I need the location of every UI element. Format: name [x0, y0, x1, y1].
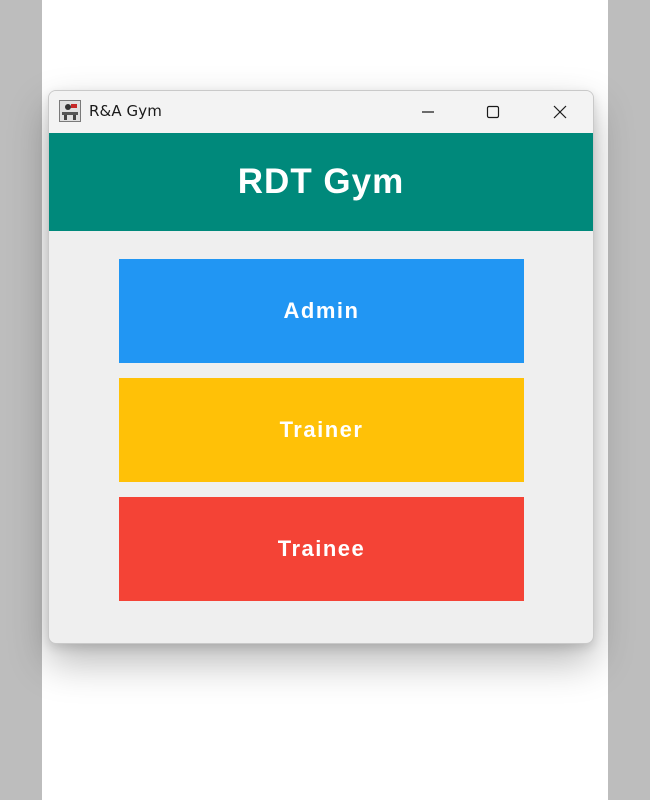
maximize-icon [486, 105, 500, 119]
gym-app-icon [59, 100, 81, 122]
admin-button-label: Admin [283, 298, 360, 323]
app-header: RDT Gym [49, 133, 593, 231]
minimize-button[interactable] [405, 91, 451, 133]
close-icon [553, 105, 567, 119]
title-bar[interactable]: R&A Gym [49, 91, 593, 133]
trainee-button[interactable]: Trainee [119, 497, 524, 601]
trainer-button[interactable]: Trainer [119, 378, 524, 482]
header-title: RDT Gym [237, 162, 405, 201]
minimize-icon [422, 111, 434, 113]
app-window: R&A Gym RDT Gym Admin Trainer Trainee [48, 90, 594, 644]
trainer-button-label: Trainer [279, 417, 364, 442]
window-title: R&A Gym [89, 102, 162, 120]
close-button[interactable] [537, 91, 583, 133]
trainee-button-label: Trainee [277, 536, 366, 561]
admin-button[interactable]: Admin [119, 259, 524, 363]
maximize-button[interactable] [470, 91, 516, 133]
